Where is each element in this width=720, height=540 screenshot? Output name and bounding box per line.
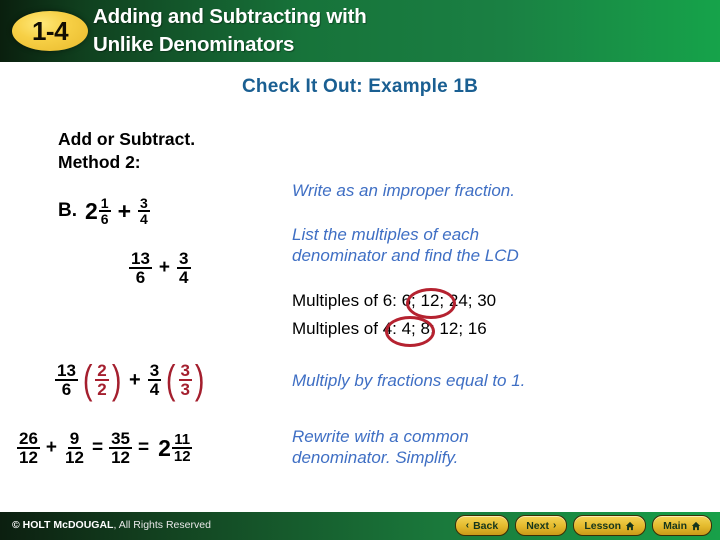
example-subtitle: Check It Out: Example 1B [241,76,479,97]
fraction-numerator: 11 [172,431,193,450]
mixed-fraction: 1 6 [98,195,111,228]
home-icon [625,521,635,531]
fraction-denominator: 4 [140,211,148,228]
fraction-denominator: 2 [97,380,107,400]
multiply-by-one-row: 13 6 ( 2 2 ) + 3 4 ( 3 3 ) [54,357,206,402]
fraction-denominator: 6 [100,211,109,228]
plus-operator: + [158,257,171,279]
copyright-rights: , All Rights Reserved [113,519,211,531]
sum-fraction: 35 12 [109,430,132,467]
fraction-numerator: 13 [55,361,78,382]
note-rewrite-simplify: Rewrite with a common denominator. Simpl… [292,426,469,468]
mixed-whole-number: 2 [158,434,171,461]
note-find-lcd-line-2: denominator and find the LCD [292,246,519,265]
first-fraction: 26 12 [17,430,40,467]
second-fraction: 9 12 [63,430,86,467]
slide-header: 1-4 Adding and Subtracting with Unlike D… [0,0,720,62]
note-find-lcd-line-1: List the multiples of each [292,225,480,244]
copyright-owner: © HOLT McDOUGAL [12,519,114,531]
plus-operator: + [129,368,141,391]
highlight-circle-lcd-six [406,288,456,319]
first-factor-group: ( 2 2 ) [81,357,123,402]
plus-operator: + [117,197,132,224]
slide-footer: © HOLT McDOUGAL, All Rights Reserved ‹ B… [0,512,720,540]
lesson-button-label: Lesson [584,519,622,532]
second-factor-group: ( 3 3 ) [164,357,206,402]
fraction-denominator: 4 [179,268,189,288]
page-title: Adding and Subtracting with Unlike Denom… [93,3,693,59]
improper-fraction-row: 13 6 + 3 4 [128,250,192,287]
multiples-of-six: Multiples of 6: 6; 12; 24; 30 [292,291,497,310]
fraction-denominator: 12 [173,448,191,466]
page-title-line-1: Adding and Subtracting with [93,5,367,28]
fraction-denominator: 12 [65,448,84,468]
factor-fraction: 2 2 [95,361,109,400]
page-title-line-2: Unlike Denominators [93,33,295,56]
equals-operator-2: = [137,437,150,459]
second-fraction: 3 4 [147,361,162,400]
second-fraction: 3 4 [177,249,191,288]
factor-fraction: 3 3 [178,361,192,400]
fraction-numerator: 26 [17,429,40,450]
fraction-numerator: 3 [178,361,192,382]
fraction-denominator: 6 [61,380,72,400]
home-icon [691,521,701,531]
fraction-denominator: 3 [180,380,190,400]
lesson-number-label: 1-4 [31,16,69,46]
copyright-text: © HOLT McDOUGAL, All Rights Reserved [12,519,211,531]
fraction-numerator: 9 [67,429,82,450]
fraction-numerator: 3 [138,195,150,213]
instruction-prompt: Add or Subtract. Method 2: [58,128,195,174]
plus-operator: + [45,437,58,459]
paren-open: ( [82,357,93,402]
back-button-label: Back [473,519,499,532]
note-rewrite-line-2: denominator. Simplify. [292,448,459,467]
second-fraction: 3 4 [138,196,150,227]
back-button[interactable]: ‹ Back [454,515,510,536]
note-multiply-by-one: Multiply by fractions equal to 1. [292,371,526,390]
paren-open: ( [166,357,176,402]
fraction-denominator: 4 [149,380,160,400]
equals-operator-1: = [91,437,104,459]
mixed-whole-number: 2 [85,197,98,224]
main-button[interactable]: Main [652,515,712,536]
fraction-numerator: 3 [147,361,162,382]
instruction-line-2: Method 2: [58,152,141,172]
fraction-numerator: 1 [98,195,111,213]
problem-label: B. [58,200,77,222]
chevron-left-icon: ‹ [465,519,470,531]
fraction-numerator: 2 [95,361,109,382]
fraction-numerator: 3 [177,249,191,270]
first-fraction: 13 6 [55,362,78,399]
fraction-denominator: 12 [19,448,38,468]
note-find-lcd: List the multiples of each denominator a… [292,224,519,266]
fraction-denominator: 12 [111,448,130,468]
fraction-numerator: 13 [129,249,152,270]
lesson-number-badge: 1-4 [12,11,88,51]
first-fraction: 13 6 [129,250,152,287]
fraction-denominator: 6 [135,268,146,288]
main-button-label: Main [663,519,687,532]
note-improper-fraction: Write as an improper fraction. [292,181,515,200]
lesson-button[interactable]: Lesson [573,515,647,536]
paren-close: ) [111,357,122,402]
next-button[interactable]: Next › [515,515,568,536]
instruction-line-1: Add or Subtract. [58,129,196,149]
highlight-circle-lcd-four [385,316,435,347]
navigation-bar: ‹ Back Next › Lesson Main [454,515,712,536]
fraction-numerator: 35 [109,429,132,450]
chevron-right-icon: › [552,519,557,531]
next-button-label: Next [526,519,549,532]
problem-statement-row: B. 2 1 6 + 3 4 [58,196,151,227]
mixed-fraction: 11 12 [172,432,193,465]
paren-close: ) [194,357,205,402]
final-answer-row: 26 12 + 9 12 = 35 12 = 2 11 12 [16,430,194,467]
note-rewrite-line-1: Rewrite with a common [292,427,469,446]
